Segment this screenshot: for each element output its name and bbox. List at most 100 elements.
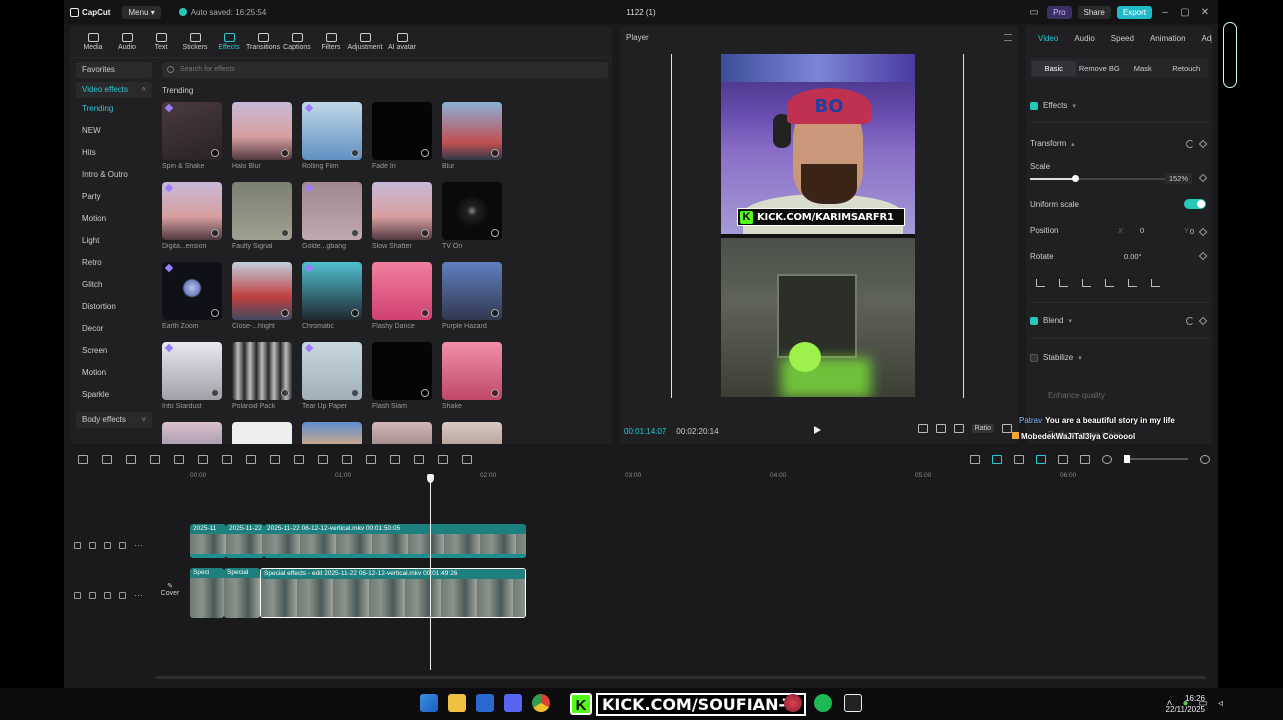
effect-thumbnail[interactable] bbox=[442, 102, 502, 160]
property-tab[interactable]: Speed bbox=[1103, 34, 1142, 43]
align-left-icon[interactable] bbox=[1036, 279, 1045, 287]
effect-thumbnail[interactable] bbox=[232, 342, 292, 400]
track-select-icon[interactable] bbox=[74, 592, 81, 599]
zoom-slider[interactable] bbox=[1124, 455, 1188, 463]
effect-card[interactable]: Digita...ension bbox=[162, 182, 222, 262]
effect-card[interactable]: Flashy Dance bbox=[372, 262, 432, 342]
category-item[interactable]: Sparkle bbox=[76, 384, 152, 406]
category-item[interactable]: Screen bbox=[76, 340, 152, 362]
position-y-field[interactable]: 0 bbox=[1190, 227, 1194, 236]
effect-card[interactable]: Fade In bbox=[372, 102, 432, 182]
toolbar-audio[interactable]: Audio bbox=[110, 32, 144, 51]
crop-icon[interactable] bbox=[917, 424, 928, 433]
layout-icon[interactable]: ▭ bbox=[1027, 7, 1041, 18]
split-left-icon[interactable] bbox=[174, 454, 184, 464]
category-item[interactable]: Intro & Outro bbox=[76, 164, 152, 186]
close-icon[interactable]: ✕ bbox=[1198, 7, 1212, 18]
video-preview[interactable]: BO K KICK.COM/KARIMSARFR1 bbox=[721, 54, 915, 397]
effect-thumbnail[interactable] bbox=[372, 342, 432, 400]
category-item[interactable]: Trending bbox=[76, 98, 152, 120]
timeline-clip[interactable]: 2025-11 bbox=[190, 524, 226, 558]
magic-icon[interactable] bbox=[390, 454, 400, 464]
split-right-icon[interactable] bbox=[198, 454, 208, 464]
effect-card[interactable]: Close-...hlight bbox=[232, 262, 292, 342]
toolbar-transitions[interactable]: Transitions bbox=[246, 32, 280, 51]
effect-card[interactable]: Rolling Film bbox=[302, 102, 362, 182]
effect-card[interactable]: Tear Up Paper bbox=[302, 342, 362, 422]
effect-thumbnail[interactable] bbox=[302, 262, 362, 320]
track-select-icon[interactable] bbox=[74, 542, 81, 549]
effect-thumbnail[interactable] bbox=[372, 102, 432, 160]
download-icon[interactable] bbox=[421, 149, 429, 157]
pro-button[interactable]: Pro bbox=[1047, 5, 1072, 19]
preview-axis-icon[interactable] bbox=[1036, 454, 1046, 464]
effect-thumb[interactable] bbox=[372, 422, 432, 444]
effect-thumbnail[interactable] bbox=[232, 182, 292, 240]
scale-value-field[interactable]: 152% bbox=[1164, 173, 1192, 184]
keyframe-icon[interactable] bbox=[1198, 173, 1208, 183]
effect-thumbnail[interactable] bbox=[442, 182, 502, 240]
effect-thumb[interactable] bbox=[232, 422, 292, 444]
effect-card[interactable]: Polaroid Pack bbox=[232, 342, 292, 422]
timeline-clip[interactable]: Speci bbox=[190, 568, 224, 618]
effect-thumbnail[interactable] bbox=[372, 182, 432, 240]
effects-search-input[interactable]: Search for effects bbox=[162, 62, 608, 78]
keyframe-icon[interactable] bbox=[1198, 251, 1208, 261]
effect-card[interactable]: Golde...gbang bbox=[302, 182, 362, 262]
freeze-icon[interactable] bbox=[318, 454, 328, 464]
menu-button[interactable]: Menu ▾ bbox=[122, 5, 161, 19]
body-effects-section[interactable]: Body effects ˅ bbox=[76, 412, 152, 428]
capcut-taskbar-icon[interactable] bbox=[844, 694, 862, 712]
timeline-clip[interactable]: 2025-11-22 06-12-12-vertical.mkv 00:01:5… bbox=[264, 524, 526, 558]
download-icon[interactable] bbox=[351, 389, 359, 397]
redo-icon[interactable] bbox=[126, 454, 136, 464]
effect-card[interactable]: Blur bbox=[442, 102, 502, 182]
category-item[interactable]: Party bbox=[76, 186, 152, 208]
category-item[interactable]: Decor bbox=[76, 318, 152, 340]
effect-card[interactable]: Earth Zoom bbox=[162, 262, 222, 342]
effect-card[interactable]: Into Stardust bbox=[162, 342, 222, 422]
download-icon[interactable] bbox=[491, 309, 499, 317]
fullscreen-icon[interactable] bbox=[1002, 424, 1012, 433]
eye-icon[interactable] bbox=[104, 592, 111, 599]
speaker-icon[interactable] bbox=[119, 592, 126, 599]
checkbox-icon[interactable] bbox=[1030, 316, 1038, 325]
align-bottom-icon[interactable] bbox=[1151, 279, 1160, 287]
property-subtab[interactable]: Mask bbox=[1121, 64, 1165, 73]
category-item[interactable]: Light bbox=[76, 230, 152, 252]
category-item[interactable]: Retro bbox=[76, 252, 152, 274]
transform-row[interactable]: Transform ▴ bbox=[1030, 139, 1075, 148]
toolbar-adjustment[interactable]: Adjustment bbox=[347, 32, 383, 51]
focus-icon[interactable] bbox=[953, 424, 964, 433]
select-tool-icon[interactable] bbox=[78, 454, 88, 464]
category-item[interactable]: Glitch bbox=[76, 274, 152, 296]
effect-thumbnail[interactable] bbox=[442, 262, 502, 320]
category-item[interactable]: NEW bbox=[76, 120, 152, 142]
download-icon[interactable] bbox=[211, 389, 219, 397]
property-tab[interactable]: Audio bbox=[1066, 34, 1102, 43]
category-item[interactable]: Distortion bbox=[76, 296, 152, 318]
spotify-icon[interactable] bbox=[814, 694, 832, 712]
download-icon[interactable] bbox=[211, 229, 219, 237]
effects-row[interactable]: Effects ▾ bbox=[1030, 101, 1076, 110]
effect-thumbnail[interactable] bbox=[232, 262, 292, 320]
effect-thumbnail[interactable] bbox=[442, 342, 502, 400]
player-menu-icon[interactable] bbox=[1004, 34, 1012, 41]
reset-icon[interactable] bbox=[1186, 317, 1194, 325]
align-right-icon[interactable] bbox=[1082, 279, 1091, 287]
eye-icon[interactable] bbox=[104, 542, 111, 549]
position-x-field[interactable]: 0 bbox=[1140, 226, 1144, 235]
effect-thumbnail[interactable] bbox=[302, 102, 362, 160]
effect-thumbnail[interactable] bbox=[162, 262, 222, 320]
stabilize-row[interactable]: Stabilize ▾ bbox=[1030, 353, 1082, 362]
category-item[interactable]: Motion bbox=[76, 208, 152, 230]
timeline-clip[interactable]: 2025-11-22 bbox=[226, 524, 264, 558]
effect-card[interactable]: Faulty Signal bbox=[232, 182, 292, 262]
toolbar-filters[interactable]: Filters bbox=[314, 32, 348, 51]
checkbox-icon[interactable] bbox=[1030, 101, 1038, 110]
download-icon[interactable] bbox=[351, 149, 359, 157]
speaker-icon[interactable] bbox=[119, 542, 126, 549]
minimize-icon[interactable]: – bbox=[1158, 7, 1172, 18]
lock-icon[interactable] bbox=[89, 542, 96, 549]
effect-thumb[interactable] bbox=[442, 422, 502, 444]
